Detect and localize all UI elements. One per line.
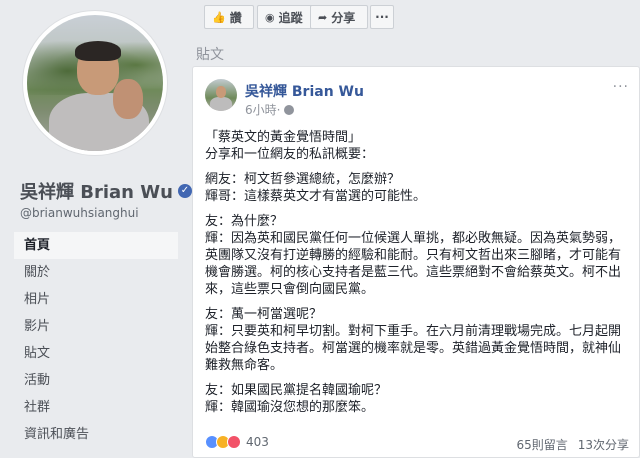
nav-item-info-ads[interactable]: 資訊和廣告 (14, 421, 178, 448)
share-arrow-icon: ➦ (318, 10, 328, 24)
reactions-summary[interactable]: 403 (205, 435, 269, 449)
globe-icon (284, 104, 295, 115)
nav-item-events[interactable]: 活動 (14, 367, 178, 394)
post-author-avatar[interactable] (205, 79, 237, 111)
profile-handle: @brianwuhsianghui (20, 206, 139, 220)
page-nav: 首頁 關於 相片 影片 貼文 活動 社群 資訊和廣告 (14, 232, 178, 448)
left-column: 吳祥輝 Brian Wu ✓ @brianwuhsianghui 首頁 關於 相… (0, 0, 192, 458)
nav-item-posts[interactable]: 貼文 (14, 340, 178, 367)
post-line: 「蔡英文的黃金覺悟時間」 (205, 130, 362, 145)
reactions-count: 403 (246, 435, 269, 449)
post-card: 吳祥輝 Brian Wu 6小時 · ··· 「蔡英文的黃金覺悟時間」 分享和一位… (192, 66, 640, 458)
shares-count[interactable]: 13次分享 (578, 436, 629, 453)
comments-count[interactable]: 65則留言 (516, 436, 567, 453)
nav-item-home[interactable]: 首頁 (14, 232, 178, 259)
post-timestamp[interactable]: 6小時 · (245, 101, 295, 118)
post-line: 輝哥：這樣蔡英文才有當選的可能性。 (205, 189, 427, 204)
section-title: 貼文 (196, 47, 224, 63)
nav-item-about[interactable]: 關於 (14, 259, 178, 286)
post-line: 輝：只要英和柯早切割。對柯下重手。在六月前清理戰場完成。七月起開始整合綠色支持者… (205, 324, 622, 373)
post-line: 友：萬一柯當選呢？ (205, 307, 323, 322)
post-line: 輝：韓國瑜沒您想的那麼笨。 (205, 400, 375, 415)
post-text: 「蔡英文的黃金覺悟時間」 分享和一位網友的私訊概要： 網友：柯文哲參選總統，怎麼… (205, 129, 633, 416)
share-button[interactable]: ➦ 分享 (310, 5, 368, 29)
verified-badge-icon: ✓ (177, 184, 192, 198)
post-options-icon[interactable]: ··· (613, 79, 629, 95)
post-line: 友：為什麼？ (205, 214, 284, 229)
nav-item-videos[interactable]: 影片 (14, 313, 178, 340)
post-line: 分享和一位網友的私訊概要： (205, 147, 375, 162)
nav-item-photos[interactable]: 相片 (14, 286, 178, 313)
nav-item-community[interactable]: 社群 (14, 394, 178, 421)
post-line: 輝：因為英和國民黨任何一位候選人單挑，都必敗無疑。因為英氣勢弱，英團隊又沒有打逆… (205, 231, 622, 297)
follow-button[interactable]: ◉ 追蹤 (257, 5, 317, 29)
avatar (27, 15, 163, 151)
like-page-button[interactable]: 👍 讚 (204, 5, 254, 29)
post-line: 友：如果國民黨提名韓國瑜呢？ (205, 383, 388, 398)
rss-icon: ◉ (265, 10, 275, 24)
more-dots-icon: ··· (375, 10, 389, 24)
more-options-button[interactable]: ··· (370, 5, 394, 29)
post-line: 網友：柯文哲參選總統，怎麼辦？ (205, 172, 401, 187)
post-author-name[interactable]: 吳祥輝 Brian Wu (245, 81, 364, 101)
post-stats: 65則留言 13次分享 (516, 436, 629, 453)
love-reaction-icon (227, 435, 241, 449)
thumbs-up-icon: 👍 (212, 10, 226, 24)
profile-name[interactable]: 吳祥輝 Brian Wu ✓ (20, 178, 192, 204)
profile-picture[interactable] (22, 10, 168, 156)
page-action-bar: 👍 讚 ◉ 追蹤 ➦ 分享 ··· (192, 0, 640, 36)
profile-name-text: 吳祥輝 Brian Wu (20, 182, 173, 203)
